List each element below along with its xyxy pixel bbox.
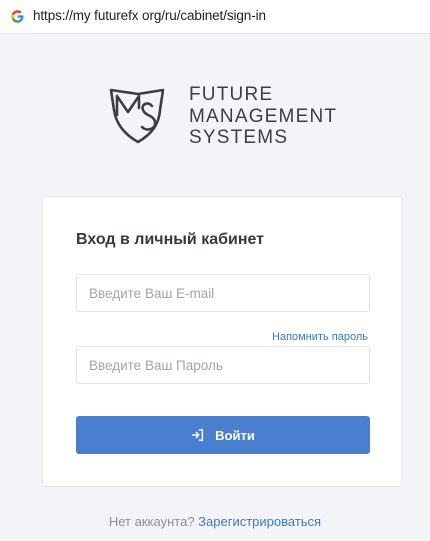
- shield-ms-logo-icon: [109, 88, 165, 144]
- logo-line-future: FUTURE: [189, 84, 274, 105]
- logo-line-management: MANAGEMENT: [189, 105, 338, 127]
- register-prompt: Нет аккаунта? Зарегистрироваться: [0, 514, 430, 529]
- login-title: Вход в личный кабинет: [76, 231, 264, 248]
- no-account-text: Нет аккаунта?: [108, 514, 199, 529]
- register-link[interactable]: Зарегистрироваться: [198, 514, 321, 529]
- company-logo: FUTURE MANAGEMENT SYSTEMS: [108, 82, 348, 152]
- logo-line-systems: SYSTEMS: [189, 127, 289, 148]
- logo-wordmark: FUTURE MANAGEMENT SYSTEMS: [189, 84, 337, 149]
- sign-in-icon: [192, 429, 204, 441]
- google-g-icon: [11, 10, 24, 23]
- remind-password-link[interactable]: Напомнить пароль: [272, 331, 368, 343]
- address-bar[interactable]: https://my futurefx org/ru/cabinet/sign-…: [0, 0, 430, 34]
- login-button-label: Войти: [215, 427, 255, 443]
- url-text[interactable]: https://my futurefx org/ru/cabinet/sign-…: [33, 8, 266, 23]
- login-card: Вход в личный кабинет Напомнить пароль В…: [42, 196, 402, 487]
- login-button[interactable]: Войти: [76, 416, 370, 454]
- email-input[interactable]: [76, 274, 370, 312]
- password-input[interactable]: [76, 346, 370, 384]
